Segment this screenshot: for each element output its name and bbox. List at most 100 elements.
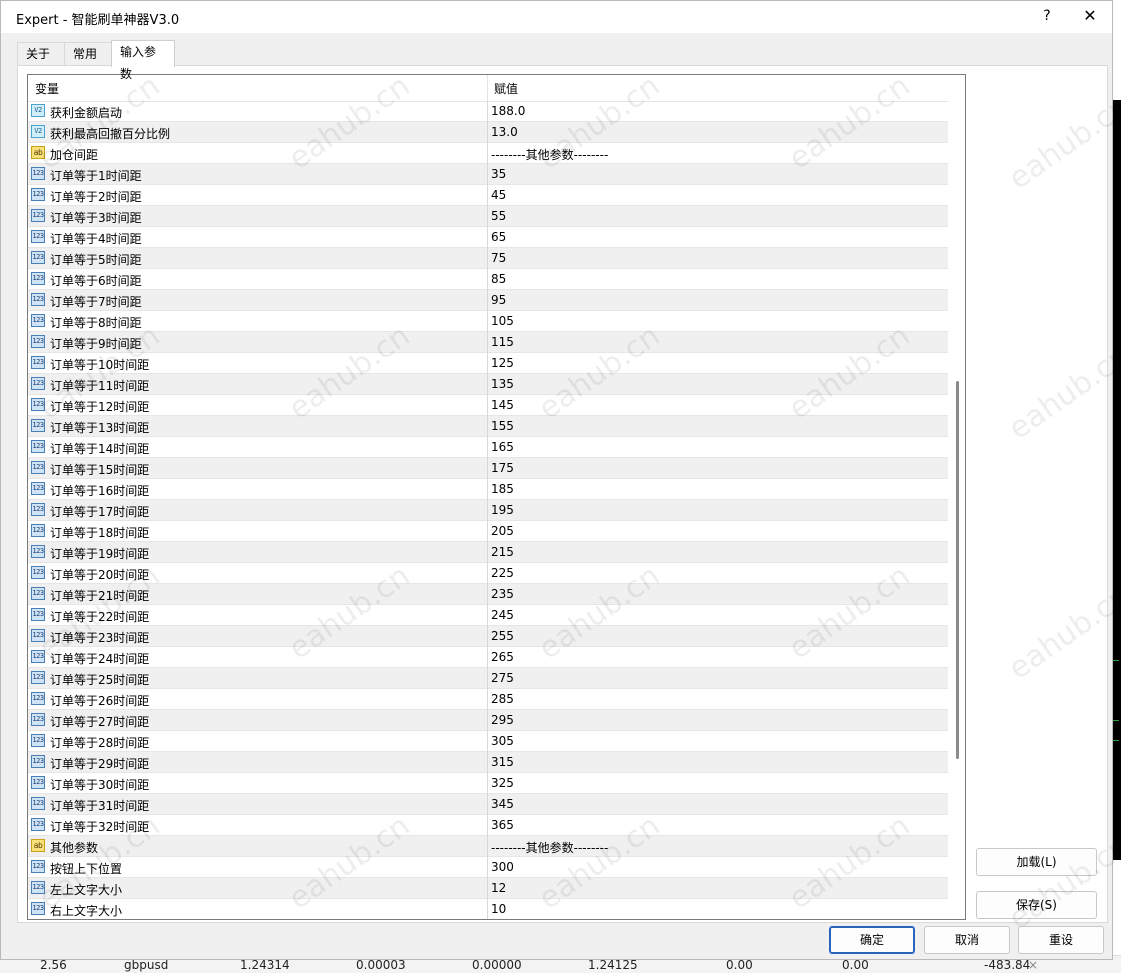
parameter-value[interactable]: 115 — [491, 335, 514, 349]
parameter-value[interactable]: 135 — [491, 377, 514, 391]
table-row[interactable]: 123 订单等于5时间距 75 — [28, 248, 948, 269]
reset-button[interactable]: 重设 — [1018, 926, 1104, 954]
table-row[interactable]: 123 订单等于8时间距 105 — [28, 311, 948, 332]
parameter-value[interactable]: --------其他参数-------- — [491, 839, 608, 856]
parameter-value[interactable]: 175 — [491, 461, 514, 475]
parameter-value[interactable]: 145 — [491, 398, 514, 412]
parameter-value[interactable]: --------其他参数-------- — [491, 146, 608, 163]
table-row[interactable]: 123 右上文字大小 10 — [28, 899, 948, 919]
tab-common[interactable]: 常用 — [64, 42, 112, 66]
vertical-scrollbar[interactable] — [949, 75, 965, 919]
table-row[interactable]: 123 订单等于23时间距 255 — [28, 626, 948, 647]
parameter-value[interactable]: 300 — [491, 860, 514, 874]
table-row[interactable]: 123 订单等于2时间距 45 — [28, 185, 948, 206]
tab-about[interactable]: 关于 — [17, 42, 65, 66]
table-row[interactable]: 123 订单等于15时间距 175 — [28, 458, 948, 479]
table-row[interactable]: 123 订单等于13时间距 155 — [28, 416, 948, 437]
parameter-value[interactable]: 255 — [491, 629, 514, 643]
parameter-value[interactable]: 10 — [491, 902, 506, 916]
parameter-value[interactable]: 365 — [491, 818, 514, 832]
save-button[interactable]: 保存(S) — [976, 891, 1097, 919]
parameter-value[interactable]: 215 — [491, 545, 514, 559]
parameter-value[interactable]: 285 — [491, 692, 514, 706]
tab-inputs[interactable]: 输入参数 — [111, 40, 175, 81]
cancel-button[interactable]: 取消 — [924, 926, 1010, 954]
table-row[interactable]: V2 获利最高回撤百分比例 13.0 — [28, 122, 948, 143]
table-row[interactable]: 123 订单等于21时间距 235 — [28, 584, 948, 605]
parameter-value[interactable]: 185 — [491, 482, 514, 496]
table-row[interactable]: 123 订单等于6时间距 85 — [28, 269, 948, 290]
parameter-value[interactable]: 155 — [491, 419, 514, 433]
table-row[interactable]: 123 订单等于1时间距 35 — [28, 164, 948, 185]
table-row[interactable]: 123 订单等于16时间距 185 — [28, 479, 948, 500]
table-row[interactable]: 123 订单等于30时间距 325 — [28, 773, 948, 794]
parameter-value[interactable]: 295 — [491, 713, 514, 727]
table-row[interactable]: 123 订单等于28时间距 305 — [28, 731, 948, 752]
parameter-value[interactable]: 65 — [491, 230, 506, 244]
parameter-value[interactable]: 245 — [491, 608, 514, 622]
parameter-value[interactable]: 325 — [491, 776, 514, 790]
help-icon[interactable]: ? — [1037, 6, 1057, 26]
table-row[interactable]: 123 订单等于12时间距 145 — [28, 395, 948, 416]
ok-button[interactable]: 确定 — [829, 926, 915, 954]
parameter-value[interactable]: 35 — [491, 167, 506, 181]
parameter-value[interactable]: 195 — [491, 503, 514, 517]
table-row[interactable]: 123 订单等于32时间距 365 — [28, 815, 948, 836]
parameter-value[interactable]: 188.0 — [491, 104, 525, 118]
table-row[interactable]: 123 订单等于14时间距 165 — [28, 437, 948, 458]
table-row[interactable]: 123 订单等于24时间距 265 — [28, 647, 948, 668]
table-row[interactable]: 123 订单等于10时间距 125 — [28, 353, 948, 374]
parameter-value[interactable]: 55 — [491, 209, 506, 223]
parameter-value[interactable]: 13.0 — [491, 125, 518, 139]
scrollbar-thumb[interactable] — [956, 381, 959, 759]
parameter-name: 获利金额启动 — [50, 106, 123, 120]
parameter-name: 订单等于29时间距 — [50, 757, 150, 771]
parameter-value[interactable]: 75 — [491, 251, 506, 265]
table-row[interactable]: 123 订单等于20时间距 225 — [28, 563, 948, 584]
parameter-value[interactable]: 305 — [491, 734, 514, 748]
table-row[interactable]: 123 订单等于9时间距 115 — [28, 332, 948, 353]
parameter-value[interactable]: 225 — [491, 566, 514, 580]
parameter-value[interactable]: 95 — [491, 293, 506, 307]
table-row[interactable]: 123 按钮上下位置 300 — [28, 857, 948, 878]
table-row[interactable]: V2 获利金额启动 188.0 — [28, 101, 948, 122]
parameter-value[interactable]: 45 — [491, 188, 506, 202]
window-title: Expert - 智能刷单神器V3.0 — [16, 13, 180, 28]
parameter-value[interactable]: 12 — [491, 881, 506, 895]
header-value[interactable]: 赋值 — [494, 80, 518, 97]
int-type-icon: 123 — [31, 545, 45, 558]
int-type-icon: 123 — [31, 524, 45, 537]
table-row[interactable]: 123 订单等于17时间距 195 — [28, 500, 948, 521]
parameter-value[interactable]: 105 — [491, 314, 514, 328]
table-row[interactable]: 123 订单等于4时间距 65 — [28, 227, 948, 248]
int-type-icon: 123 — [31, 902, 45, 915]
parameter-value[interactable]: 315 — [491, 755, 514, 769]
parameter-value[interactable]: 345 — [491, 797, 514, 811]
parameter-value[interactable]: 275 — [491, 671, 514, 685]
table-row[interactable]: 123 订单等于18时间距 205 — [28, 521, 948, 542]
parameter-value[interactable]: 125 — [491, 356, 514, 370]
parameter-value[interactable]: 85 — [491, 272, 506, 286]
table-row[interactable]: 123 订单等于19时间距 215 — [28, 542, 948, 563]
table-row[interactable]: 123 订单等于7时间距 95 — [28, 290, 948, 311]
table-row[interactable]: 123 订单等于25时间距 275 — [28, 668, 948, 689]
load-button[interactable]: 加载(L) — [976, 848, 1097, 876]
close-icon[interactable]: ✕ — [1079, 5, 1101, 27]
table-row[interactable]: ab 加仓间距 --------其他参数-------- — [28, 143, 948, 164]
parameter-value[interactable]: 265 — [491, 650, 514, 664]
table-row[interactable]: 123 左上文字大小 12 — [28, 878, 948, 899]
table-row[interactable]: 123 订单等于27时间距 295 — [28, 710, 948, 731]
close-icon[interactable]: × — [1028, 958, 1038, 972]
parameter-value[interactable]: 205 — [491, 524, 514, 538]
header-variable[interactable]: 变量 — [35, 80, 59, 97]
parameter-value[interactable]: 235 — [491, 587, 514, 601]
table-row[interactable]: 123 订单等于3时间距 55 — [28, 206, 948, 227]
table-row[interactable]: 123 订单等于31时间距 345 — [28, 794, 948, 815]
table-row[interactable]: 123 订单等于11时间距 135 — [28, 374, 948, 395]
table-row[interactable]: 123 订单等于26时间距 285 — [28, 689, 948, 710]
int-type-icon: 123 — [31, 461, 45, 474]
parameter-value[interactable]: 165 — [491, 440, 514, 454]
table-row[interactable]: 123 订单等于22时间距 245 — [28, 605, 948, 626]
table-row[interactable]: 123 订单等于29时间距 315 — [28, 752, 948, 773]
table-row[interactable]: ab 其他参数 --------其他参数-------- — [28, 836, 948, 857]
